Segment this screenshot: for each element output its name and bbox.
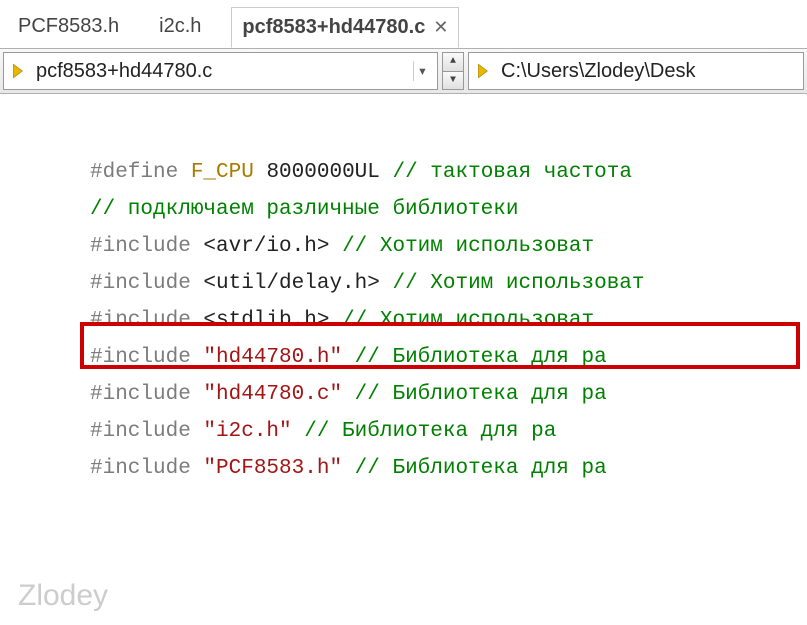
nav-stepper: ▲ ▼	[442, 52, 464, 90]
file-scope-combo[interactable]: pcf8583+hd44780.c ▾	[3, 52, 438, 90]
code-line: #define F_CPU 8000000UL // тактовая част…	[90, 154, 807, 191]
arrow-right-icon	[475, 62, 493, 80]
close-icon[interactable]: ✕	[433, 17, 448, 38]
code-line: // подключаем различные библиотеки	[90, 191, 807, 228]
file-scope-text: pcf8583+hd44780.c	[36, 60, 405, 83]
code-line: #include "hd44780.c" // Библиотека для р…	[90, 376, 807, 413]
path-text: C:\Users\Zlodey\Desk	[501, 60, 797, 83]
tab-label: pcf8583+hd44780.c	[242, 16, 425, 39]
tab-label: PCF8583.h	[18, 15, 119, 38]
chevron-down-icon[interactable]: ▾	[413, 61, 431, 81]
toolbar: pcf8583+hd44780.c ▾ ▲ ▼ C:\Users\Zlodey\…	[0, 48, 807, 94]
watermark: Zlodey	[18, 579, 108, 613]
code-editor[interactable]: #define F_CPU 8000000UL // тактовая част…	[0, 94, 807, 487]
code-line: #include "i2c.h" // Библиотека для ра	[90, 413, 807, 450]
tab-pcf8583-hd44780-c[interactable]: pcf8583+hd44780.c ✕	[231, 7, 459, 48]
stepper-down-button[interactable]: ▼	[443, 72, 463, 90]
tab-label: i2c.h	[159, 15, 201, 38]
arrow-right-icon	[10, 62, 28, 80]
tab-i2c-h[interactable]: i2c.h	[149, 7, 211, 46]
code-line: #include "hd44780.h" // Библиотека для р…	[90, 339, 807, 376]
code-line: #include <avr/io.h> // Хотим использоват	[90, 228, 807, 265]
code-line: #include <stdlib.h> // Хотим использоват	[90, 302, 807, 339]
code-line: #include <util/delay.h> // Хотим использ…	[90, 265, 807, 302]
path-combo[interactable]: C:\Users\Zlodey\Desk	[468, 52, 804, 90]
code-line: #include "PCF8583.h" // Библиотека для р…	[90, 450, 807, 487]
tab-bar: PCF8583.h i2c.h pcf8583+hd44780.c ✕	[0, 0, 807, 48]
stepper-up-button[interactable]: ▲	[443, 53, 463, 72]
tab-pcf8583-h[interactable]: PCF8583.h	[8, 7, 129, 46]
